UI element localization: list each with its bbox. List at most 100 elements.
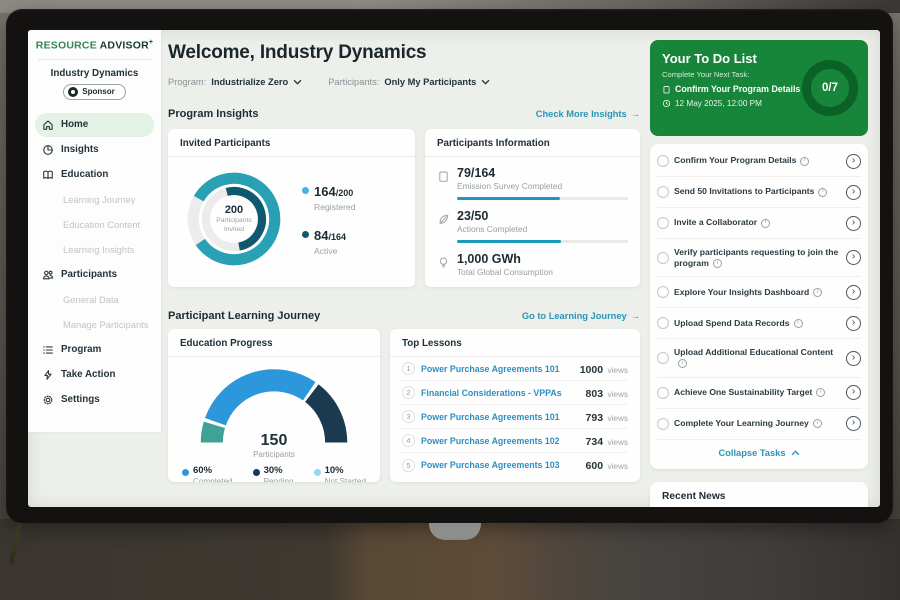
sidebar-nav: Home Insights Education Learning Journey… xyxy=(28,113,161,412)
task-checkbox[interactable] xyxy=(657,155,669,167)
task-go-button[interactable]: › xyxy=(846,316,861,331)
check-more-insights-link[interactable]: Check More Insights → xyxy=(536,109,640,119)
donut-center-label: 200 Participants Invited xyxy=(178,163,290,275)
lesson-row: 4 Power Purchase Agreements 102 734 view… xyxy=(402,429,628,453)
task-row-send-invitations[interactable]: Send 50 Invitations to Participantsi › xyxy=(657,177,861,208)
task-checkbox[interactable] xyxy=(657,186,669,198)
main-content: Welcome, Industry Dynamics Program: Indu… xyxy=(168,30,640,507)
sidebar-item-take-action[interactable]: Take Action xyxy=(35,363,154,387)
program-filter[interactable]: Program: Industrialize Zero xyxy=(168,77,302,87)
gauge-center-label: 150 Participants xyxy=(168,432,380,459)
sidebar-item-settings[interactable]: Settings xyxy=(35,388,154,412)
task-go-button[interactable]: › xyxy=(846,351,861,366)
task-checkbox[interactable] xyxy=(657,286,669,298)
task-row-explore-insights[interactable]: Explore Your Insights Dashboardi › xyxy=(657,277,861,308)
task-checkbox[interactable] xyxy=(657,252,669,264)
task-row-confirm-program[interactable]: Confirm Your Program Detailsi › xyxy=(657,146,861,177)
lesson-row: 1 Power Purchase Agreements 101 1000 vie… xyxy=(402,357,628,381)
lesson-link[interactable]: Power Purchase Agreements 103 xyxy=(421,460,580,470)
task-row-upload-educational-content[interactable]: Upload Additional Educational Contenti › xyxy=(657,339,861,377)
insights-icon xyxy=(42,144,54,156)
lesson-row: 3 Power Purchase Agreements 101 793 view… xyxy=(402,405,628,429)
task-checkbox[interactable] xyxy=(657,387,669,399)
education-icon xyxy=(42,169,54,181)
todo-progress-ring: 0/7 xyxy=(802,60,858,116)
lesson-link[interactable]: Financial Considerations - VPPAs xyxy=(421,388,580,398)
sidebar-item-education-content[interactable]: Education Content xyxy=(35,213,154,237)
clipboard-icon xyxy=(662,85,671,94)
lesson-link[interactable]: Power Purchase Agreements 101 xyxy=(421,412,580,422)
sidebar-item-insights[interactable]: Insights xyxy=(35,138,154,162)
collapse-tasks-link[interactable]: Collapse Tasks xyxy=(657,440,861,467)
donut-legend: 164/200 Registered 84/164 Active xyxy=(302,183,356,256)
sidebar-item-home[interactable]: Home xyxy=(35,113,154,137)
info-icon: i xyxy=(678,359,687,368)
settings-icon xyxy=(42,394,54,406)
lesson-rank-badge: 2 xyxy=(402,386,415,399)
task-go-button[interactable]: › xyxy=(846,216,861,231)
lesson-row: 5 Power Purchase Agreements 103 600 view… xyxy=(402,453,628,477)
arrow-right-icon: → xyxy=(631,311,640,321)
emission-survey-row: 79/164 Emission Survey Completed xyxy=(425,157,640,200)
lesson-rank-badge: 4 xyxy=(402,434,415,447)
todo-summary-card: Your To Do List Complete Your Next Task:… xyxy=(650,40,868,136)
go-to-learning-journey-link[interactable]: Go to Learning Journey → xyxy=(522,311,640,321)
task-checkbox[interactable] xyxy=(657,217,669,229)
task-go-button[interactable]: › xyxy=(846,154,861,169)
card-title: Invited Participants xyxy=(168,129,415,157)
gauge-legend: 60%Completed 30%Pending 10%Not Started xyxy=(168,455,380,482)
recent-news-card: Recent News xyxy=(650,482,868,507)
home-icon xyxy=(42,119,54,131)
lesson-views: 734 views xyxy=(586,432,628,450)
task-row-upload-spend-data[interactable]: Upload Spend Data Recordsi › xyxy=(657,308,861,339)
survey-icon xyxy=(437,170,450,183)
task-checkbox[interactable] xyxy=(657,418,669,430)
invited-participants-card: Invited Participants 200 Participants In… xyxy=(168,129,415,287)
task-go-button[interactable]: › xyxy=(846,385,861,400)
task-row-invite-collaborator[interactable]: Invite a Collaboratori › xyxy=(657,208,861,239)
gauge-segment-completed xyxy=(215,380,309,421)
program-icon xyxy=(42,344,54,356)
task-checkbox[interactable] xyxy=(657,352,669,364)
lesson-rank-badge: 1 xyxy=(402,362,415,375)
task-checkbox[interactable] xyxy=(657,317,669,329)
sidebar-item-education[interactable]: Education xyxy=(35,163,154,187)
lesson-rank-badge: 3 xyxy=(402,410,415,423)
info-icon: i xyxy=(816,388,825,397)
sidebar-item-manage-participants[interactable]: Manage Participants xyxy=(35,313,154,337)
sidebar-item-general-data[interactable]: General Data xyxy=(35,288,154,312)
info-icon: i xyxy=(800,157,809,166)
legend-dot-pending xyxy=(253,469,260,476)
lesson-rank-badge: 5 xyxy=(402,459,415,472)
task-row-complete-learning-journey[interactable]: Complete Your Learning Journeyi › xyxy=(657,409,861,440)
sidebar-item-program[interactable]: Program xyxy=(35,338,154,362)
lesson-link[interactable]: Power Purchase Agreements 102 xyxy=(421,436,580,446)
lesson-views: 803 views xyxy=(586,384,628,402)
task-go-button[interactable]: › xyxy=(846,185,861,200)
program-insights-header: Program Insights Check More Insights → xyxy=(168,108,640,120)
info-icon: i xyxy=(818,188,827,197)
legend-not-started: 10%Not Started xyxy=(314,465,366,482)
take-action-icon xyxy=(42,369,54,381)
dashboard-screen: RESOURCE ADVISOR+ Industry Dynamics Spon… xyxy=(28,30,880,507)
participants-filter[interactable]: Participants: Only My Participants xyxy=(328,77,490,87)
legend-dot-not-started xyxy=(314,469,321,476)
sidebar-item-learning-journey[interactable]: Learning Journey xyxy=(35,188,154,212)
legend-pending: 30%Pending xyxy=(253,465,294,482)
legend-registered: 164/200 Registered xyxy=(302,183,356,212)
filters-row: Program: Industrialize Zero Participants… xyxy=(168,77,490,87)
lesson-link[interactable]: Power Purchase Agreements 101 xyxy=(421,364,574,374)
app-logo: RESOURCE ADVISOR+ xyxy=(28,30,161,52)
task-row-achieve-sustainability-target[interactable]: Achieve One Sustainability Targeti › xyxy=(657,378,861,409)
task-go-button[interactable]: › xyxy=(846,416,861,431)
task-go-button[interactable]: › xyxy=(846,250,861,265)
card-title: Education Progress xyxy=(168,329,380,357)
task-row-verify-participants[interactable]: Verify participants requesting to join t… xyxy=(657,239,861,277)
sidebar-item-learning-insights[interactable]: Learning Insights xyxy=(35,238,154,262)
monitor-bezel: RESOURCE ADVISOR+ Industry Dynamics Spon… xyxy=(6,9,893,523)
sidebar-item-participants[interactable]: Participants xyxy=(35,263,154,287)
arrow-right-icon: → xyxy=(631,109,640,119)
education-progress-card: Education Progress 150 Participants 60%C… xyxy=(168,329,380,482)
task-go-button[interactable]: › xyxy=(846,285,861,300)
info-icon: i xyxy=(713,259,722,268)
